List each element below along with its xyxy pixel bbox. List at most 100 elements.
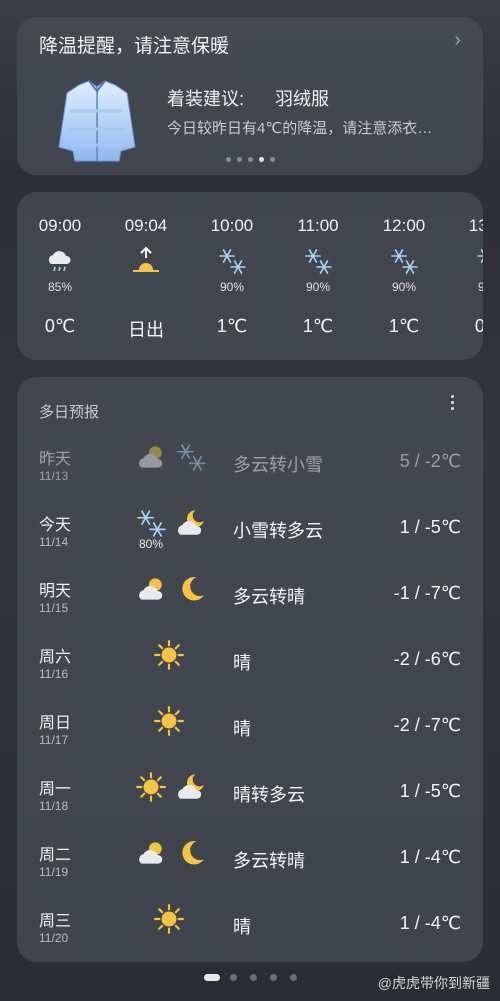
moon-icon bbox=[175, 573, 207, 610]
precipitation-chance: 90% bbox=[477, 280, 483, 294]
hourly-item: 09:04 日出 bbox=[103, 192, 189, 360]
more-menu-icon[interactable] bbox=[449, 395, 455, 415]
day-date: 11/20 bbox=[39, 931, 69, 945]
day-weather-icons bbox=[135, 441, 215, 491]
daily-row[interactable]: 今天 11/14 80% 小雪转多云 1 / -5℃ bbox=[17, 507, 483, 573]
hour-time: 09:04 bbox=[124, 216, 168, 235]
day-condition: 小雪转多云 bbox=[233, 521, 323, 541]
day-temp-range: 1 / -5℃ bbox=[399, 517, 461, 537]
snow-icon bbox=[303, 246, 333, 276]
chevron-right-icon[interactable]: › bbox=[454, 29, 461, 52]
day-name: 明天 bbox=[39, 583, 72, 600]
hour-time: 10:00 bbox=[210, 216, 254, 235]
daily-row[interactable]: 周日 11/17 晴 -2 / -7℃ bbox=[17, 705, 483, 771]
day-date: 11/15 bbox=[39, 601, 69, 615]
hour-temp: 1℃ bbox=[302, 316, 334, 336]
daily-row[interactable]: 周六 11/16 晴 -2 / -6℃ bbox=[17, 639, 483, 705]
day-date: 11/19 bbox=[39, 865, 69, 879]
hour-time: 11:00 bbox=[297, 216, 339, 235]
precipitation-chance: 90% bbox=[391, 280, 417, 294]
hour-temp: 1℃ bbox=[216, 316, 248, 336]
day-name: 周三 bbox=[39, 913, 72, 930]
day-condition: 多云转晴 bbox=[233, 587, 305, 607]
day-date: 11/13 bbox=[39, 469, 69, 483]
day-weather-icons bbox=[135, 771, 215, 821]
partly-cloudy-icon bbox=[135, 441, 167, 478]
day-weather-icons bbox=[135, 573, 215, 623]
hour-time: 13:00 bbox=[468, 216, 483, 235]
hourly-item: 09:00 85% 0℃ bbox=[17, 192, 103, 360]
hour-time: 12:00 bbox=[382, 216, 426, 235]
cloudy-moon-icon bbox=[175, 771, 207, 808]
dress-advice-value: 羽绒服 bbox=[275, 89, 329, 109]
day-weather-icons bbox=[135, 903, 215, 953]
snow-icon bbox=[389, 246, 419, 276]
hourly-item: 10:00 90% 1℃ bbox=[189, 192, 275, 360]
day-date: 11/14 bbox=[39, 535, 69, 549]
day-temp-range: 1 / -4℃ bbox=[399, 913, 461, 933]
sun-icon bbox=[135, 771, 167, 808]
snow-icon bbox=[217, 246, 247, 276]
moon-icon bbox=[175, 837, 207, 874]
day-name: 周二 bbox=[39, 847, 72, 864]
day-condition: 晴 bbox=[233, 653, 251, 673]
day-date: 11/16 bbox=[39, 667, 69, 681]
day-temp-range: -2 / -6℃ bbox=[393, 649, 461, 669]
sun-icon bbox=[153, 705, 185, 742]
precipitation-chance: 80% bbox=[138, 537, 164, 551]
day-temp-range: 1 / -4℃ bbox=[399, 847, 461, 867]
day-temp-range: 5 / -2℃ bbox=[399, 451, 461, 471]
day-name: 周一 bbox=[39, 781, 72, 798]
hourly-forecast-card[interactable]: 09:00 85% 0℃ 09:04 日出 10:00 90% 1℃ 11:00 90% 1℃ 12:… bbox=[17, 192, 483, 360]
day-temp-range: 1 / -5℃ bbox=[399, 781, 461, 801]
cloud-rain-icon bbox=[45, 246, 75, 276]
day-weather-icons bbox=[135, 837, 215, 887]
partly-cloudy-icon bbox=[135, 837, 167, 874]
hour-time: 09:00 bbox=[38, 216, 82, 235]
day-condition: 晴转多云 bbox=[233, 785, 305, 805]
daily-row[interactable]: 周三 11/20 晴 1 / -4℃ bbox=[17, 903, 483, 969]
cooling-alert-card[interactable]: 降温提醒，请注意保暖 › 着装建议: 羽绒服 今日较昨日有4℃的降温，请注意添衣… bbox=[17, 17, 483, 175]
watermark-text: @虎虎带你到新疆 bbox=[377, 975, 490, 991]
hour-temp: 0℃ bbox=[474, 316, 483, 336]
daily-row[interactable]: 周二 11/19 多云转晴 1 / -4℃ bbox=[17, 837, 483, 903]
day-temp-range: -1 / -7℃ bbox=[393, 583, 461, 603]
daily-forecast-title: 多日预报 bbox=[39, 404, 100, 421]
day-weather-icons bbox=[135, 639, 215, 689]
day-condition: 晴 bbox=[233, 917, 251, 937]
hourly-item: 11:00 90% 1℃ bbox=[275, 192, 361, 360]
day-name: 周日 bbox=[39, 715, 72, 732]
day-condition: 多云转晴 bbox=[233, 851, 305, 871]
hourly-item: 12:00 90% 1℃ bbox=[361, 192, 447, 360]
hour-temp: 0℃ bbox=[44, 316, 76, 336]
snow-icon bbox=[175, 441, 207, 478]
precipitation-chance: 85% bbox=[47, 280, 73, 294]
day-temp-range: -2 / -7℃ bbox=[393, 715, 461, 735]
day-date: 11/18 bbox=[39, 799, 69, 813]
day-weather-icons bbox=[135, 705, 215, 755]
day-weather-icons: 80% bbox=[135, 507, 215, 557]
snow-icon bbox=[475, 246, 483, 276]
alert-description: 今日较昨日有4℃的降温，请注意添衣… bbox=[167, 120, 433, 137]
alert-title: 降温提醒，请注意保暖 bbox=[39, 36, 230, 57]
sun-icon bbox=[153, 639, 185, 676]
daily-forecast-card[interactable]: 多日预报 昨天 11/13 多云转小雪 5 / -2℃ 今天 11/14 80% 小雪转多云 1… bbox=[17, 377, 483, 962]
sunrise-icon bbox=[131, 246, 161, 276]
alert-page-indicator bbox=[17, 157, 483, 162]
day-name: 昨天 bbox=[39, 451, 72, 468]
day-condition: 晴 bbox=[233, 719, 251, 739]
precipitation-chance: 90% bbox=[219, 280, 245, 294]
hour-temp: 1℃ bbox=[388, 316, 420, 336]
partly-cloudy-icon bbox=[135, 573, 167, 610]
daily-row[interactable]: 明天 11/15 多云转晴 -1 / -7℃ bbox=[17, 573, 483, 639]
sun-icon bbox=[153, 903, 185, 940]
day-name: 周六 bbox=[39, 649, 72, 666]
daily-row[interactable]: 周一 11/18 晴转多云 1 / -5℃ bbox=[17, 771, 483, 837]
day-date: 11/17 bbox=[39, 733, 69, 747]
day-condition: 多云转小雪 bbox=[233, 455, 323, 475]
day-name: 今天 bbox=[39, 517, 72, 534]
daily-row[interactable]: 昨天 11/13 多云转小雪 5 / -2℃ bbox=[17, 441, 483, 507]
hourly-item: 13:00 90% 0℃ bbox=[447, 192, 483, 360]
cloudy-moon-icon bbox=[175, 507, 207, 544]
hour-temp: 日出 bbox=[128, 320, 164, 340]
